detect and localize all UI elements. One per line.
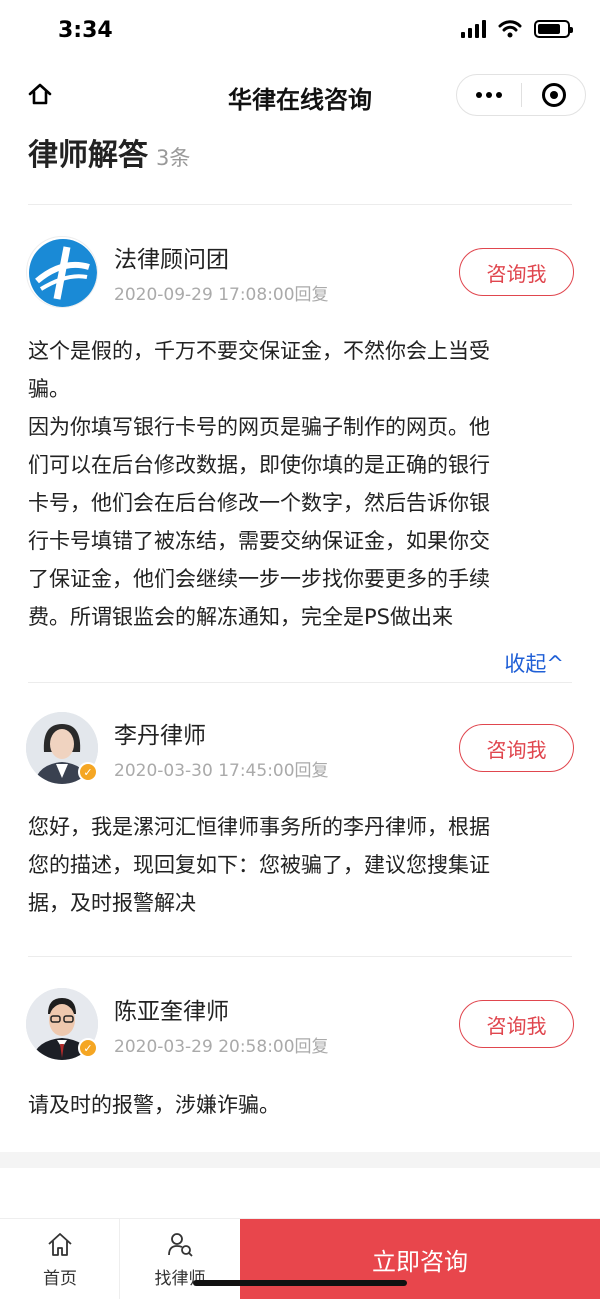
consult-me-button[interactable]: 咨询我 (459, 248, 574, 296)
find-lawyer-icon (168, 1233, 193, 1257)
wifi-icon (498, 20, 522, 38)
reply-time: 2020-03-30 17:45:00回复 (114, 761, 329, 781)
battery-icon (534, 20, 573, 38)
home-icon (48, 1233, 72, 1256)
section-title: 律师解答 (28, 138, 148, 173)
status-bar: 3:34 (0, 0, 600, 64)
answer-count: 3条 (156, 146, 191, 170)
answer-text: 您好，我是漯河汇恒律师事务所的李丹律师，根据 您的描述，现回复如下：您被骗了，建… (28, 808, 573, 922)
close-mini-program-button[interactable] (522, 75, 585, 115)
answer-item: 法律顾问团 2020-09-29 17:08:00回复 咨询我 这个是假的，千万… (0, 236, 600, 676)
consult-me-button[interactable]: 咨询我 (459, 724, 574, 772)
lawyer-name: 法律顾问团 (114, 247, 229, 273)
section-header: 律师解答 3条 (28, 130, 190, 174)
divider (28, 204, 572, 205)
reply-time: 2020-03-29 20:58:00回复 (114, 1037, 329, 1057)
divider (28, 956, 572, 957)
section-separator (0, 1152, 600, 1168)
avatar (26, 236, 98, 308)
mini-program-capsule (456, 74, 586, 116)
tab-find-lawyer[interactable]: 找律师 (120, 1219, 240, 1299)
bottom-bar: 首页 找律师 立即咨询 (0, 1218, 600, 1299)
answer-item: ✓ 李丹律师 2020-03-30 17:45:00回复 咨询我 您好，我是漯河… (0, 712, 600, 922)
nav-bar: 华律在线咨询 (0, 64, 600, 124)
answer-item: ✓ 陈亚奎律师 2020-03-29 20:58:00回复 咨询我 请及时的报警… (0, 988, 600, 1138)
answer-text: 这个是假的，千万不要交保证金，不然你会上当受 骗。 因为你填写银行卡号的网页是骗… (28, 332, 573, 636)
answer-line: 据，及时报警解决 (28, 891, 196, 915)
more-dots-icon (476, 92, 482, 98)
tab-label: 首页 (43, 1269, 77, 1289)
answer-line: 行卡号填错了被冻结，需要交纳保证金，如果你交 (28, 529, 490, 553)
answer-line: 因为你填写银行卡号的网页是骗子制作的网页。他 (28, 415, 490, 439)
signal-icon (461, 20, 486, 38)
answer-line: 这个是假的，千万不要交保证金，不然你会上当受 (28, 339, 490, 363)
lawyer-name: 陈亚奎律师 (114, 999, 229, 1025)
verified-badge-icon: ✓ (78, 1038, 98, 1058)
divider (28, 682, 572, 683)
answer-line: 骗。 (28, 377, 70, 401)
answer-line: 们可以在后台修改数据，即使你填的是正确的银行 (28, 453, 490, 477)
status-icons (461, 20, 573, 38)
lawyer-name: 李丹律师 (114, 723, 206, 749)
answer-line: 费。所谓银监会的解冻通知，完全是PS做出来 (28, 605, 453, 629)
reply-time: 2020-09-29 17:08:00回复 (114, 285, 329, 305)
more-button[interactable] (457, 75, 521, 115)
verified-badge-icon: ✓ (78, 762, 98, 782)
collapse-link[interactable]: 收起^ (504, 648, 564, 678)
answer-line: 了保证金，他们会继续一步一步找你要更多的手续 (28, 567, 490, 591)
answer-line: 您好，我是漯河汇恒律师事务所的李丹律师，根据 (28, 815, 490, 839)
law-firm-logo-icon (29, 239, 97, 307)
home-indicator[interactable] (193, 1280, 407, 1286)
consult-now-button[interactable]: 立即咨询 (240, 1219, 600, 1299)
target-icon (541, 83, 566, 107)
consult-me-button[interactable]: 咨询我 (459, 1000, 574, 1048)
tab-home[interactable]: 首页 (0, 1219, 120, 1299)
status-time: 3:34 (58, 18, 113, 43)
answer-line: 卡号，他们会在后台修改一个数字，然后告诉你银 (28, 491, 490, 515)
answer-line: 请及时的报警，涉嫌诈骗。 (28, 1093, 280, 1117)
answer-line: 您的描述，现回复如下：您被骗了，建议您搜集证 (28, 853, 490, 877)
answer-text: 请及时的报警，涉嫌诈骗。 (28, 1086, 573, 1124)
